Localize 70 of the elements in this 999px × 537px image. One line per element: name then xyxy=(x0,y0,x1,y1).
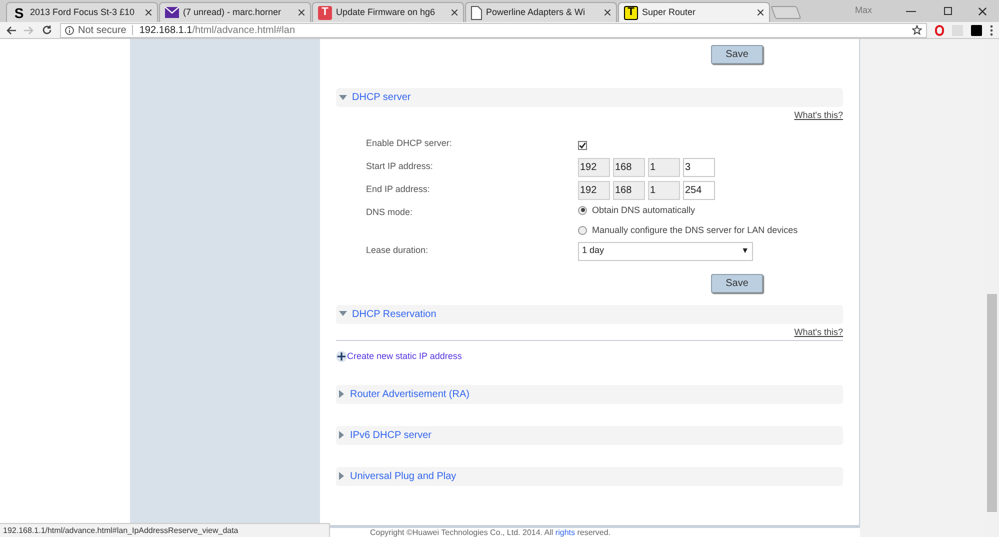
close-icon[interactable] xyxy=(604,9,611,16)
section-header[interactable]: DHCP Reservation xyxy=(336,304,843,324)
lease-duration-dropdown[interactable]: 1 day ▼ xyxy=(578,242,753,260)
dropdown-value: 1 day xyxy=(582,244,604,258)
status-bubble: 192.168.1.1/html/advance.html#lan_IpAddressReserve_view_data xyxy=(0,523,330,537)
browser-tab[interactable]: (7 unread) - marc.horner xyxy=(159,2,311,22)
ip-octet-field[interactable]: 254 xyxy=(683,180,715,200)
section-title: IPv6 DHCP server xyxy=(350,428,432,442)
expand-caret-icon xyxy=(339,94,347,100)
field-label: Start IP address: xyxy=(366,160,434,172)
info-icon xyxy=(65,26,74,34)
section-title: DHCP server xyxy=(352,91,411,105)
security-label: Not secure xyxy=(78,24,126,38)
tab-title: Super Router xyxy=(642,6,697,19)
help-link[interactable]: What's this? xyxy=(794,326,843,339)
section-title: Router Advertisement (RA) xyxy=(350,388,470,402)
section-header[interactable]: Universal Plug and Play xyxy=(336,466,843,486)
save-button[interactable]: Save xyxy=(711,45,763,64)
browser-tab[interactable]: T Update Firmware on hg6 xyxy=(312,2,464,22)
document-icon xyxy=(471,6,482,20)
rights-link[interactable]: rights xyxy=(555,528,575,537)
opera-extension-icon[interactable] xyxy=(935,24,944,36)
browser-tab[interactable]: S 2013 Ford Focus St-3 £10 xyxy=(6,2,158,22)
scrollbar[interactable] xyxy=(985,39,999,537)
tab-title: (7 unread) - marc.horner xyxy=(183,6,282,19)
field-label: Enable DHCP server: xyxy=(366,136,453,150)
help-link[interactable]: What's this? xyxy=(794,109,843,122)
site-favicon: T xyxy=(624,6,638,20)
field-label: End IP address: xyxy=(366,182,431,196)
radio-button[interactable] xyxy=(578,226,587,236)
expand-caret-icon xyxy=(339,311,347,317)
section-header[interactable]: Router Advertisement (RA) xyxy=(336,384,843,404)
collapse-caret-icon xyxy=(339,390,345,398)
field-label: DNS mode: xyxy=(366,206,414,218)
collapse-caret-icon xyxy=(339,472,345,480)
plus-icon xyxy=(336,351,347,362)
close-icon[interactable] xyxy=(298,9,305,16)
close-icon[interactable] xyxy=(145,9,152,16)
radio-label: Manually configure the DNS server for LAN devices xyxy=(592,224,798,237)
dropdown-arrow-icon: ▼ xyxy=(741,245,749,257)
section-title: Universal Plug and Play xyxy=(350,470,456,484)
site-favicon: S xyxy=(13,6,25,20)
tab-title: Update Firmware on hg6 xyxy=(336,6,436,19)
checkbox[interactable] xyxy=(578,140,587,150)
back-icon[interactable] xyxy=(6,26,16,34)
address-bar[interactable]: Not secure 192.168.1.1/html/advance.html#lan xyxy=(60,22,927,38)
close-icon[interactable] xyxy=(451,9,458,16)
tab-title: 2013 Ford Focus St-3 £10 xyxy=(30,6,136,19)
tab-title: Powerline Adapters & Wi xyxy=(486,6,586,19)
site-favicon: T xyxy=(318,6,332,20)
section-title: DHCP Reservation xyxy=(352,308,436,322)
envelope-icon xyxy=(165,7,179,18)
reload-icon[interactable] xyxy=(42,25,52,35)
ip-octet-field[interactable]: 3 xyxy=(683,158,715,176)
browser-tab[interactable]: T Super Router xyxy=(618,2,770,22)
radio-label: Obtain DNS automatically xyxy=(592,204,696,217)
section-header[interactable]: IPv6 DHCP server xyxy=(336,426,843,444)
restore-icon[interactable] xyxy=(944,7,952,15)
close-icon[interactable] xyxy=(978,6,987,16)
section-header[interactable]: DHCP server xyxy=(336,88,843,107)
url-text: 192.168.1.1/html/advance.html#lan xyxy=(139,24,296,38)
star-icon[interactable] xyxy=(912,25,922,35)
save-button[interactable]: Save xyxy=(711,274,763,292)
browser-tab[interactable]: Powerline Adapters & Wi xyxy=(465,2,617,22)
minimize-icon[interactable] xyxy=(906,10,916,12)
close-icon[interactable] xyxy=(757,9,764,16)
radio-button[interactable] xyxy=(578,206,587,215)
menu-icon[interactable] xyxy=(990,24,993,36)
collapse-caret-icon xyxy=(339,431,345,439)
field-label: Lease duration: xyxy=(366,244,430,256)
